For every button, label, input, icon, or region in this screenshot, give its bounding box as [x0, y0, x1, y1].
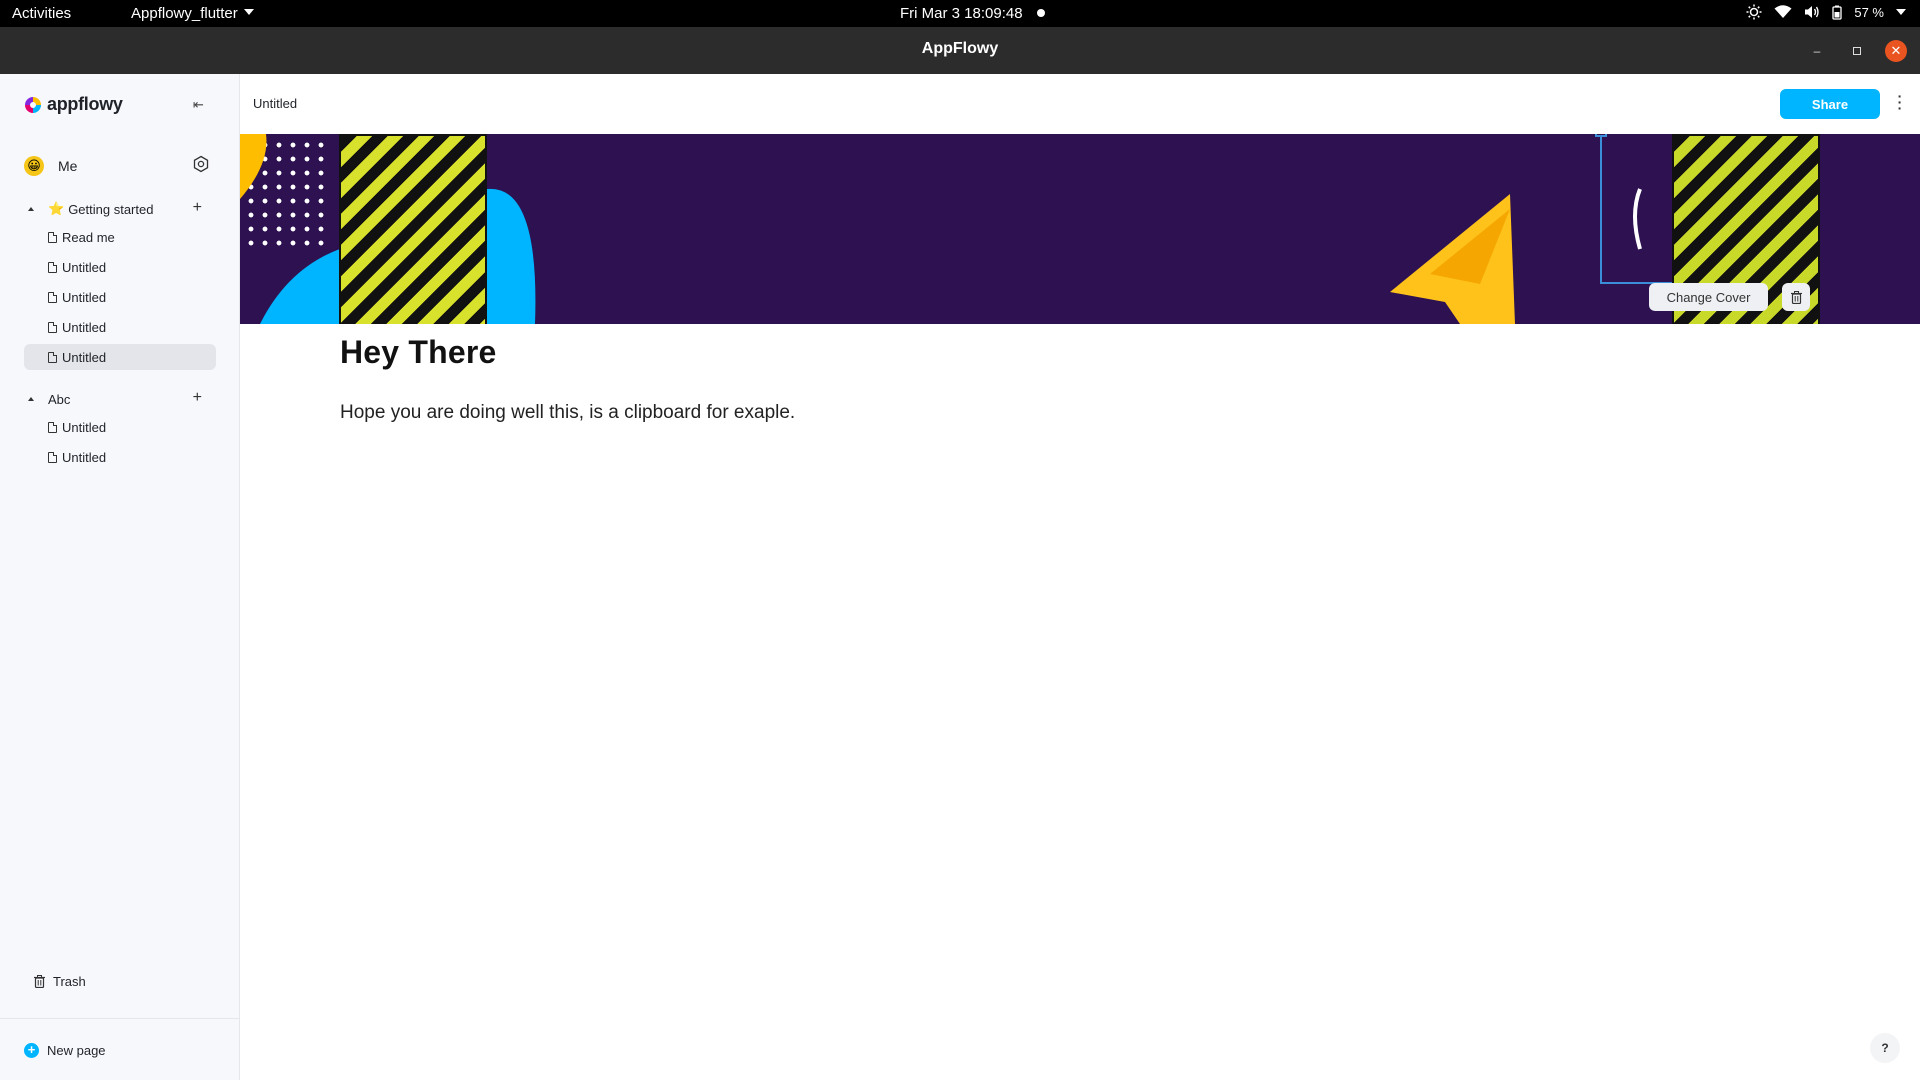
collapse-sidebar-icon: ⇤ [193, 97, 204, 112]
sidebar-item-label: Untitled [62, 419, 107, 435]
star-icon: ⭐ [48, 201, 65, 216]
restore-icon [1853, 47, 1861, 55]
document-icon [48, 451, 57, 463]
document-icon [48, 321, 57, 333]
sidebar: appflowy ⇤ 😀 Me ⭐ Getting started + Read… [0, 74, 240, 1080]
new-page-label: New page [47, 1043, 106, 1058]
user-row[interactable]: 😀 Me [24, 152, 210, 180]
plus-circle-icon: + [24, 1043, 39, 1058]
trash-label: Trash [53, 974, 86, 989]
window-title: AppFlowy [921, 40, 999, 57]
sidebar-item-untitled[interactable]: Untitled [24, 254, 216, 280]
sidebar-item-label: Untitled [62, 259, 107, 275]
trash-icon [34, 975, 45, 988]
document-icon [48, 421, 57, 433]
sidebar-item-untitled[interactable]: Untitled [24, 444, 216, 470]
collapse-sidebar-button[interactable]: ⇤ [193, 97, 204, 113]
add-page-button[interactable]: + [193, 199, 202, 217]
more-options-button[interactable]: · · · [1895, 89, 1905, 115]
sidebar-item-label: Untitled [62, 319, 107, 335]
new-page-bar: + New page [0, 1018, 239, 1080]
sidebar-item-untitled[interactable]: Untitled [24, 284, 216, 310]
document-icon [48, 261, 57, 273]
battery-icon [1832, 5, 1843, 20]
main-header: Untitled Share · · · [240, 74, 1920, 134]
document-icon [48, 231, 57, 243]
app-logo: appflowy [24, 94, 123, 115]
sidebar-item-untitled[interactable]: Untitled [24, 414, 216, 440]
new-page-button[interactable]: + New page [24, 1043, 106, 1058]
trash-button[interactable]: Trash [34, 974, 86, 989]
wifi-icon [1774, 5, 1792, 18]
close-button[interactable]: ✕ [1885, 40, 1907, 62]
brightness-icon [1746, 4, 1762, 20]
sidebar-item-label: Untitled [62, 449, 107, 465]
document-paragraph[interactable]: Hope you are doing well this, is a clipb… [340, 402, 795, 424]
notification-dot-icon [1036, 9, 1045, 17]
battery-percentage: 57 % [1854, 4, 1884, 20]
section-label: Getting started [68, 201, 154, 217]
clock-label: Fri Mar 3 18:09:48 [900, 5, 1023, 22]
window-title-bar: AppFlowy – ✕ [0, 27, 1920, 74]
more-vertical-icon: · · · [1897, 88, 1903, 116]
close-icon: ✕ [1890, 43, 1902, 58]
collapse-triangle-icon[interactable] [28, 397, 34, 401]
volume-icon [1805, 6, 1820, 18]
sidebar-item-label: Untitled [62, 289, 107, 305]
breadcrumb[interactable]: Untitled [253, 96, 297, 111]
change-cover-button[interactable]: Change Cover [1649, 283, 1768, 311]
document-icon [48, 351, 57, 363]
activities-button[interactable]: Activities [12, 5, 71, 22]
chevron-down-icon [243, 9, 254, 15]
sidebar-item-untitled-active[interactable]: Untitled [24, 344, 216, 370]
avatar: 😀 [24, 156, 44, 176]
appflowy-logo-icon [25, 96, 41, 113]
delete-cover-button[interactable] [1782, 283, 1810, 311]
add-page-button[interactable]: + [193, 389, 202, 407]
hazard-stripe-left [339, 134, 487, 324]
collapse-triangle-icon[interactable] [28, 207, 34, 211]
document-icon [48, 291, 57, 303]
maximize-button[interactable] [1846, 40, 1868, 62]
section-abc[interactable]: Abc + [24, 386, 210, 412]
clock[interactable]: Fri Mar 3 18:09:48 [900, 5, 1045, 22]
sidebar-item-read-me[interactable]: Read me [24, 224, 216, 250]
system-top-bar: Activities Appflowy_flutter Fri Mar 3 18… [0, 0, 1920, 27]
sidebar-item-label: Read me [62, 229, 115, 245]
sidebar-item-label: Untitled [62, 349, 107, 365]
help-button[interactable]: ? [1870, 1033, 1900, 1063]
user-name: Me [58, 158, 78, 174]
system-tray[interactable]: 57 % [1746, 4, 1906, 20]
logo-text: appflowy [47, 94, 123, 114]
app-menu[interactable]: Appflowy_flutter [131, 5, 254, 22]
document-title[interactable]: Hey There [340, 334, 497, 371]
system-menu-caret[interactable] [1896, 9, 1906, 15]
settings-icon[interactable] [192, 155, 210, 173]
section-label: Abc [48, 391, 71, 407]
minimize-icon: – [1813, 44, 1821, 58]
trash-icon [1790, 290, 1802, 304]
sidebar-item-untitled[interactable]: Untitled [24, 314, 216, 340]
selection-guide-vertical [1600, 134, 1602, 284]
section-getting-started[interactable]: ⭐ Getting started + [24, 196, 210, 222]
app-menu-label: Appflowy_flutter [131, 5, 238, 22]
share-button[interactable]: Share [1780, 89, 1880, 119]
minimize-button[interactable]: – [1806, 40, 1828, 62]
selection-handle[interactable] [1595, 134, 1607, 137]
